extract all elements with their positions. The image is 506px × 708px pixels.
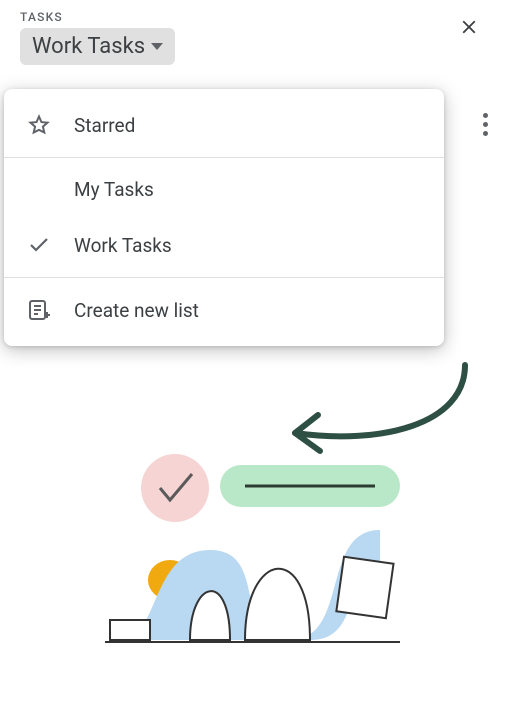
caret-down-icon [151,43,163,50]
new-list-icon [26,298,52,322]
divider [4,277,444,278]
list-dropdown-menu: Starred My Tasks Work Tasks [4,89,444,346]
menu-item-list-selected[interactable]: Work Tasks [4,217,444,273]
dot-icon [483,122,488,127]
menu-item-label: Create new list [74,299,199,322]
menu-item-list[interactable]: My Tasks [4,162,444,217]
header-left: TASKS Work Tasks [20,10,175,65]
close-icon [458,16,480,38]
menu-item-label: My Tasks [74,178,154,201]
empty-state-illustration [80,440,420,660]
divider [4,157,444,158]
menu-item-create-list[interactable]: Create new list [4,282,444,338]
star-icon [26,113,52,137]
dot-icon [483,113,488,118]
selected-list-name: Work Tasks [32,34,145,59]
dot-icon [483,131,488,136]
section-label: TASKS [20,10,175,24]
menu-item-label: Work Tasks [74,234,172,257]
header: TASKS Work Tasks [0,0,506,65]
overflow-menu-button[interactable] [477,107,494,142]
check-icon [26,233,52,257]
list-selector-dropdown[interactable]: Work Tasks [20,28,175,65]
menu-item-label: Starred [74,114,135,137]
close-button[interactable] [452,10,486,49]
menu-item-starred[interactable]: Starred [4,97,444,153]
